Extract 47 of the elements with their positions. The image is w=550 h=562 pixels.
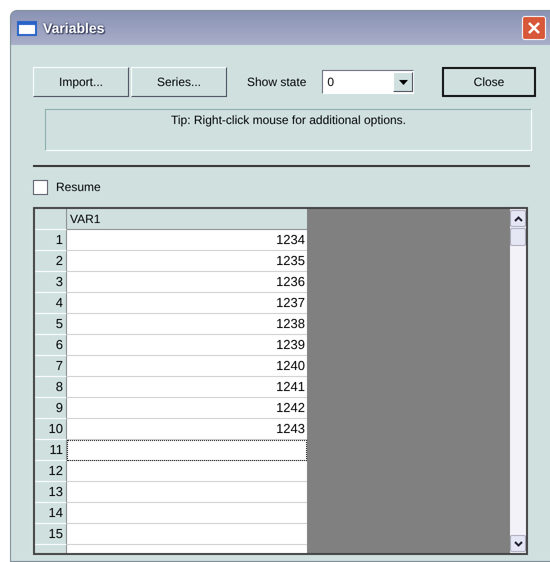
close-icon[interactable] [522,16,546,40]
series-button[interactable]: Series... [131,67,227,97]
import-button[interactable]: Import... [33,67,129,97]
table-cell[interactable]: 1236 [67,272,307,293]
row-header[interactable]: 12 [35,461,67,482]
close-button[interactable]: Close [442,67,536,97]
table-cell[interactable]: 1243 [67,419,307,440]
row-header[interactable]: 8 [35,377,67,398]
table-cell[interactable]: 1240 [67,356,307,377]
table-cell[interactable]: 1242 [67,398,307,419]
table-cell[interactable]: 1238 [67,314,307,335]
table-cell[interactable] [67,524,307,545]
row-header[interactable]: 15 [35,524,67,545]
row-header[interactable]: 5 [35,314,67,335]
row-header[interactable]: 10 [35,419,67,440]
row-header[interactable]: 9 [35,398,67,419]
table-cell[interactable]: 1235 [67,251,307,272]
row-header[interactable]: 14 [35,503,67,524]
row-header[interactable]: 11 [35,440,67,461]
row-header[interactable]: 3 [35,272,67,293]
row-header[interactable]: 7 [35,356,67,377]
corner-header [35,209,67,230]
tip-text: Tip: Right-click mouse for additional options. [45,109,532,151]
vertical-scrollbar[interactable] [510,209,526,553]
scroll-thumb[interactable] [510,228,526,246]
row-header[interactable]: 6 [35,335,67,356]
table-cell[interactable]: 1239 [67,335,307,356]
row-header[interactable]: 2 [35,251,67,272]
dropdown-arrow-icon [398,80,408,84]
table-cell[interactable] [67,440,307,461]
show-state-label: Show state [247,75,306,89]
resume-checkbox[interactable] [33,180,48,194]
row-header[interactable]: 1 [35,230,67,251]
table-cell[interactable]: 1237 [67,293,307,314]
row-header[interactable]: 13 [35,482,67,503]
window-icon [17,20,37,36]
show-state-dropdown[interactable]: 0 [322,70,414,94]
table-cell[interactable]: 1234 [67,230,307,251]
table-cell[interactable] [67,503,307,524]
table-cell[interactable]: 1241 [67,377,307,398]
resume-label: Resume [56,180,101,194]
window-title: Variables [43,20,106,36]
table-cell[interactable] [67,482,307,503]
row-header[interactable]: 4 [35,293,67,314]
scroll-down-button[interactable] [510,535,526,552]
table-cell[interactable] [67,461,307,482]
scroll-up-button[interactable] [510,210,526,227]
